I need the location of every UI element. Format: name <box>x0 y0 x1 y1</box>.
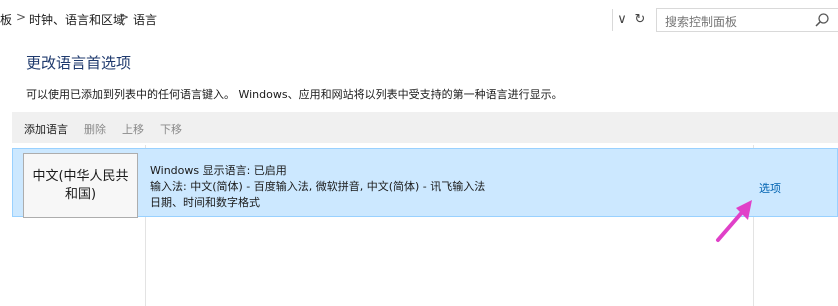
page-title: 更改语言首选项 <box>26 54 132 72</box>
address-bar: 板 > 时钟、语言和区域 > 语言 ∨ ↻ 搜索控制面板 <box>0 0 838 40</box>
search-placeholder: 搜索控制面板 <box>665 15 738 29</box>
add-language-button[interactable]: 添加语言 <box>24 121 68 137</box>
arrow-annotation-icon <box>716 200 752 242</box>
search-icon[interactable] <box>814 12 830 28</box>
display-language-status: Windows 显示语言: 已启用 <box>150 164 287 177</box>
formats-info: 日期、时间和数字格式 <box>150 196 260 209</box>
breadcrumb-item-clock-language-region[interactable]: 时钟、语言和区域 <box>29 11 125 28</box>
move-up-button[interactable]: 上移 <box>122 121 144 137</box>
refresh-icon[interactable]: ↻ <box>632 10 648 30</box>
breadcrumb-item-parent[interactable]: 板 <box>0 11 12 28</box>
address-box-end <box>612 9 613 31</box>
input-methods: 输入法: 中文(简体) - 百度输入法, 微软拼音, 中文(简体) - 讯飞输入… <box>150 180 486 193</box>
chevron-down-icon[interactable]: ∨ <box>614 10 630 30</box>
breadcrumb-item-language[interactable]: 语言 <box>133 11 157 28</box>
options-link[interactable]: 选项 <box>759 180 781 196</box>
language-name: 中文(中华人民共和国) <box>32 169 129 202</box>
breadcrumb-separator[interactable]: > <box>16 10 26 24</box>
search-input[interactable]: 搜索控制面板 <box>656 8 838 32</box>
language-tile[interactable]: 中文(中华人民共和国) <box>23 153 138 218</box>
language-toolbar: 添加语言 删除 上移 下移 <box>12 112 838 143</box>
breadcrumb-separator[interactable]: > <box>119 10 129 24</box>
move-down-button[interactable]: 下移 <box>160 121 182 137</box>
remove-button[interactable]: 删除 <box>84 121 106 137</box>
page-description: 可以使用已添加到列表中的任何语言键入。 Windows、应用和网站将以列表中受支… <box>26 88 563 101</box>
